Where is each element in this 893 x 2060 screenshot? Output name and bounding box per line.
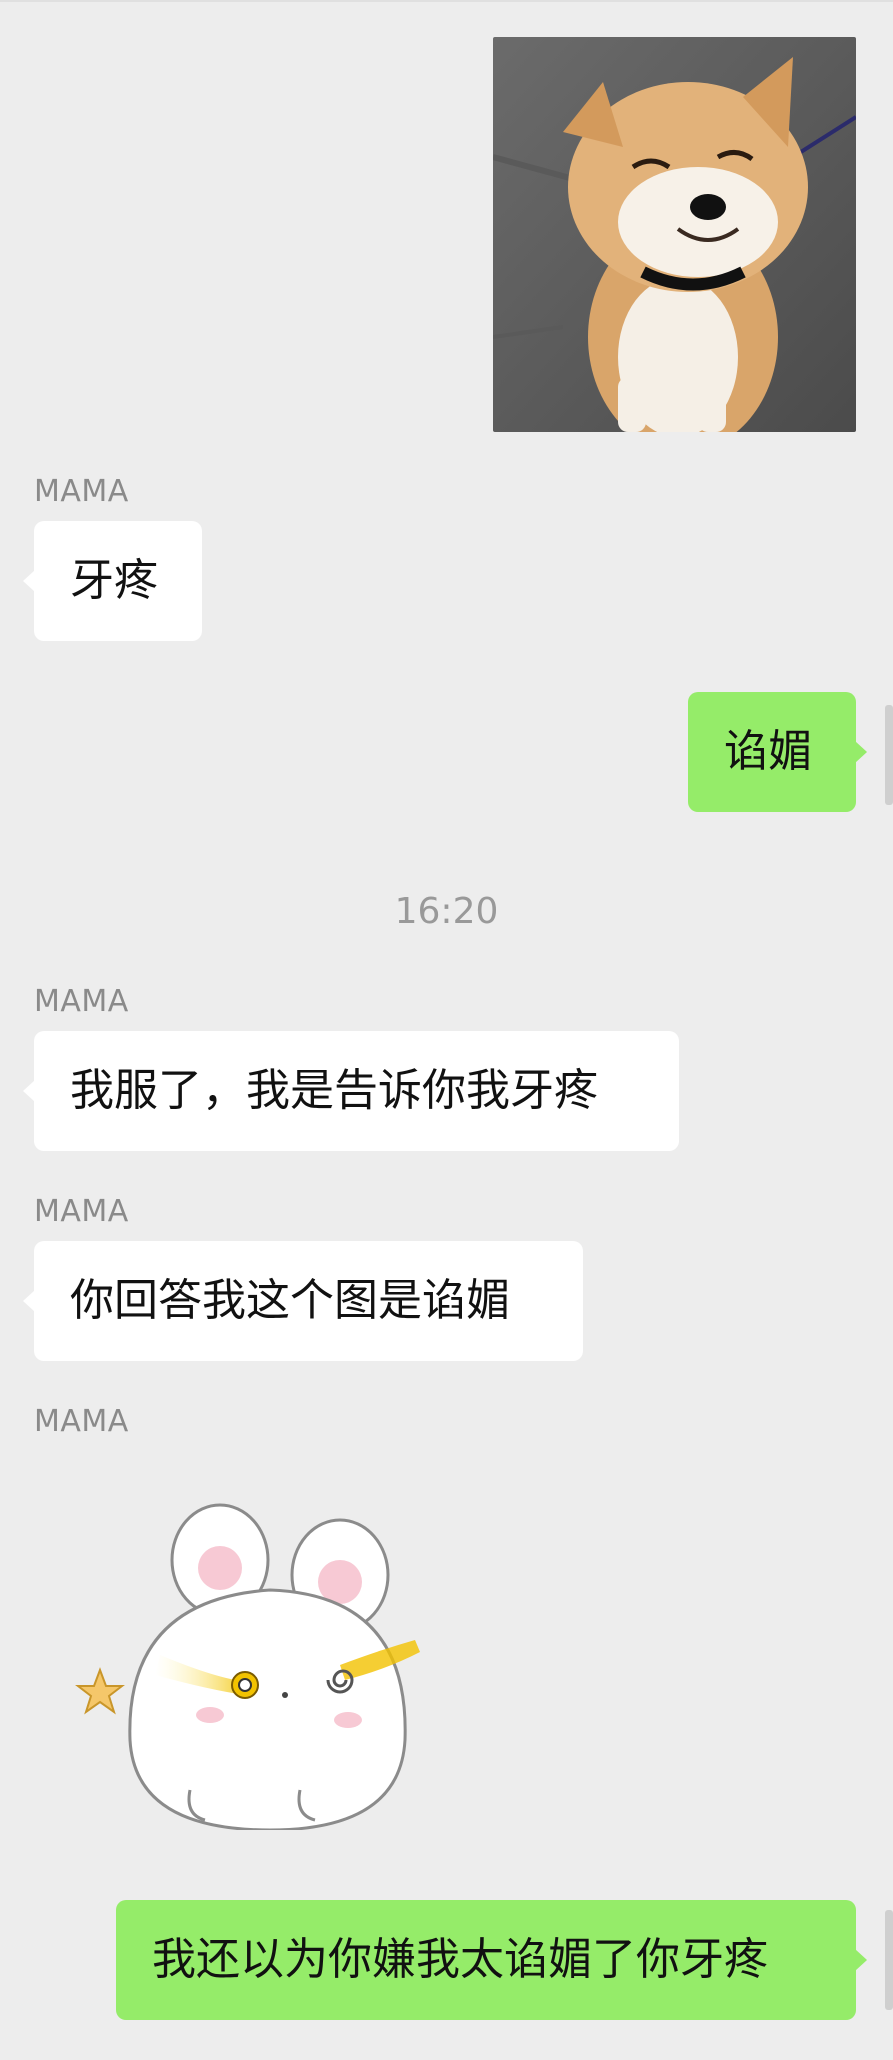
top-divider: [0, 0, 893, 2]
message-text: 你回答我这个图是谄媚: [70, 1275, 510, 1326]
message-bubble-incoming[interactable]: 我服了，我是告诉你我牙疼: [23, 1031, 679, 1151]
own-avatar-partial[interactable]: [885, 705, 893, 805]
shiba-dog-photo-icon: [493, 37, 856, 432]
message-text: 我还以为你嫌我太谄媚了你牙疼: [152, 1934, 768, 1985]
chat-timestamp: 16:20: [394, 891, 499, 932]
message-image[interactable]: [493, 37, 856, 432]
message-bubble-outgoing[interactable]: 谄媚: [688, 692, 867, 812]
message-text: 牙疼: [70, 555, 158, 606]
own-avatar-partial[interactable]: [885, 1910, 893, 2010]
sender-name: MAMA: [34, 474, 129, 509]
message-bubble-incoming[interactable]: 你回答我这个图是谄媚: [23, 1241, 583, 1361]
sender-name: MAMA: [34, 1194, 129, 1229]
rabbit-sticker-icon: [75, 1503, 420, 1832]
message-text: 我服了，我是告诉你我牙疼: [70, 1065, 598, 1116]
message-sticker[interactable]: [70, 1490, 430, 1832]
message-bubble-incoming[interactable]: 牙疼: [23, 521, 202, 641]
sender-name: MAMA: [34, 984, 129, 1019]
message-text: 谄媚: [724, 726, 812, 777]
message-bubble-outgoing[interactable]: 我还以为你嫌我太谄媚了你牙疼: [116, 1900, 867, 2020]
sender-name: MAMA: [34, 1404, 129, 1439]
